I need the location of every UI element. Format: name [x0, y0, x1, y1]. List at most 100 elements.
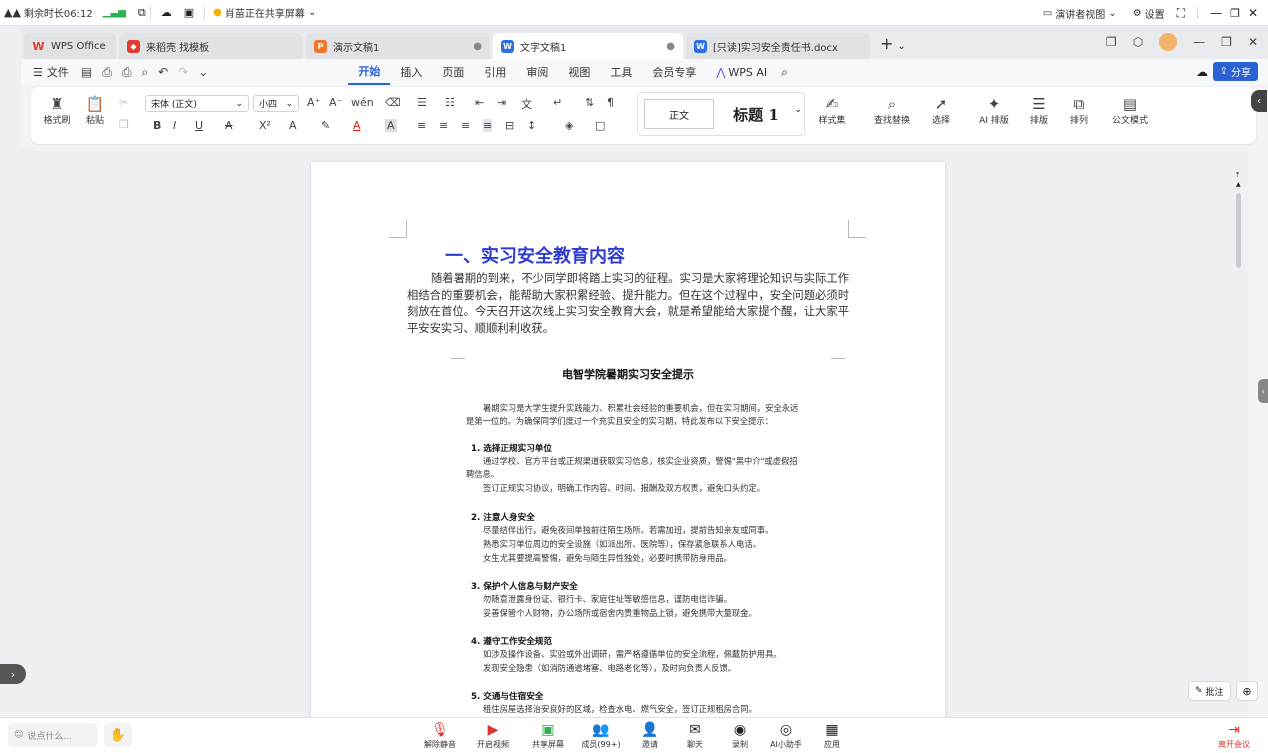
distribute-icon[interactable]: ⊟	[505, 119, 514, 132]
tab-tools[interactable]: 工具	[600, 59, 642, 85]
paste-button[interactable]: 📋 粘贴	[77, 95, 113, 126]
sort-icon[interactable]: ⇅	[585, 96, 594, 109]
font-size-select[interactable]: 小四 ⌄	[253, 95, 299, 112]
scroll-top-icon[interactable]: ⤒	[1236, 171, 1239, 180]
show-marks-icon[interactable]: ¶	[607, 96, 614, 109]
bullet-list-icon[interactable]: ☰	[417, 96, 427, 109]
char-shading-icon[interactable]: A	[385, 119, 397, 132]
save-icon[interactable]: ▤	[81, 65, 92, 80]
ai-layout-button[interactable]: ✦ AI 排版	[971, 95, 1017, 126]
strikethrough-icon[interactable]: A	[225, 119, 233, 132]
print-icon[interactable]: ⎙	[122, 65, 132, 80]
zoom-icon[interactable]: ⊕	[1236, 681, 1258, 701]
share-screen-icon[interactable]: ▣	[184, 6, 194, 19]
avatar[interactable]	[1159, 33, 1178, 51]
tab-review[interactable]: 审阅	[516, 59, 558, 85]
increase-indent-icon[interactable]: ⇥	[497, 96, 506, 109]
style-set-button[interactable]: ✍ 样式集	[809, 95, 855, 126]
format-painter-button[interactable]: ♜ 格式刷	[39, 95, 75, 126]
tab-home[interactable]: 开始	[348, 59, 391, 85]
numbered-list-icon[interactable]: ☷	[445, 96, 455, 109]
tab-writer-1[interactable]: W 文字文稿1 ●	[493, 33, 683, 59]
close-icon[interactable]: ✕	[1248, 35, 1258, 49]
chinese-layout-icon[interactable]: 文	[521, 96, 532, 112]
shading-icon[interactable]: ◈	[565, 119, 573, 132]
select-button[interactable]: ➚ 选择	[921, 95, 961, 126]
members-button[interactable]: 👥 成员(99+)	[581, 721, 621, 750]
settings-button[interactable]: ⚙ 设置	[1129, 0, 1169, 26]
find-replace-button[interactable]: ⌕ 查找替换	[867, 95, 917, 126]
border-icon[interactable]: □	[595, 119, 605, 132]
restore-icon[interactable]: ❐	[1230, 7, 1240, 20]
ai-assistant-button[interactable]: ◎ AI小助手	[766, 721, 806, 750]
side-panel-toggle-icon[interactable]: ‹	[1258, 379, 1268, 403]
leave-meeting-button[interactable]: ⇥ 离开会议	[1214, 721, 1254, 750]
tab-presentation[interactable]: P 演示文稿1 ●	[306, 33, 490, 59]
sharing-notice[interactable]: ● 肖苗正在共享屏幕 ⌄	[209, 0, 320, 26]
tab-close-icon[interactable]: ●	[666, 41, 675, 52]
font-color-icon[interactable]: A	[353, 119, 361, 132]
line-spacing-icon[interactable]: ↕	[527, 119, 536, 132]
superscript-icon[interactable]: X²	[259, 119, 271, 132]
restore-icon[interactable]: ❐	[1221, 35, 1232, 49]
align-right-icon[interactable]: ≡	[461, 119, 470, 132]
redo-icon[interactable]: ↷	[178, 65, 188, 80]
cut-icon[interactable]: ✂	[119, 96, 128, 109]
chevron-down-icon[interactable]: ⌄	[897, 41, 905, 52]
window-switch-icon[interactable]: ❐	[1106, 35, 1117, 49]
scroll-thumb[interactable]	[1236, 193, 1241, 268]
justify-icon[interactable]: ≡	[483, 119, 493, 132]
expand-left-panel-icon[interactable]: ›	[0, 664, 26, 684]
clear-format-icon[interactable]: ⌫	[385, 96, 401, 109]
font-name-select[interactable]: 宋体 (正文) ⌄	[145, 95, 249, 112]
export-pdf-icon[interactable]: ⎙	[102, 65, 112, 80]
invite-button[interactable]: 👤 邀请	[630, 721, 670, 750]
share-button[interactable]: ⇪ 分享	[1212, 62, 1258, 81]
record-button[interactable]: ◉ 录制	[720, 721, 760, 750]
tab-docer[interactable]: ◆ 来稻壳 找模板	[119, 33, 303, 59]
copy-icon[interactable]: ❐	[119, 118, 129, 131]
tab-references[interactable]: 引用	[474, 59, 516, 85]
arrange-button[interactable]: ⧉ 排列	[1059, 95, 1099, 126]
unmute-button[interactable]: 🎙 解除静音	[420, 721, 460, 750]
start-video-button[interactable]: ▶ 开启视频	[473, 721, 513, 750]
decrease-font-icon[interactable]: A⁻	[329, 96, 342, 109]
style-heading1[interactable]: 标题 1	[718, 99, 794, 129]
tab-page[interactable]: 页面	[432, 59, 474, 85]
share-screen-button[interactable]: ▣ 共享屏幕	[528, 721, 568, 750]
chat-input[interactable]: ☺ 说点什么...	[8, 723, 98, 747]
highlight-icon[interactable]: ✎	[321, 119, 330, 132]
tab-view[interactable]: 视图	[558, 59, 600, 85]
apps-button[interactable]: ▦ 应用	[812, 721, 852, 750]
tab-close-icon[interactable]: ●	[473, 41, 482, 52]
cloud-icon[interactable]: ☁	[161, 6, 172, 19]
print-preview-icon[interactable]: ⌕	[141, 65, 148, 80]
cube-icon[interactable]: ⬡	[1133, 35, 1143, 49]
tab-wps-office[interactable]: W WPS Office	[24, 33, 116, 59]
file-menu[interactable]: ☰ 文件	[21, 64, 81, 80]
vertical-scrollbar[interactable]: ⤒ ▲	[1234, 171, 1244, 715]
official-mode-button[interactable]: ▤ 公文模式	[1107, 95, 1153, 126]
presenter-view-button[interactable]: ▭ 演讲者视图 ⌄	[1039, 0, 1121, 26]
new-tab-icon[interactable]: +	[880, 34, 893, 53]
minimize-icon[interactable]: —	[1210, 6, 1222, 20]
tab-readonly-doc[interactable]: W [只读]实习安全责任书.docx	[686, 33, 870, 59]
text-effect-icon[interactable]: A	[289, 119, 297, 132]
decrease-indent-icon[interactable]: ⇤	[475, 96, 484, 109]
layout-button[interactable]: ☰ 排版	[1021, 95, 1057, 126]
align-center-icon[interactable]: ≡	[439, 119, 448, 132]
style-normal[interactable]: 正文	[644, 99, 714, 129]
tab-member[interactable]: 会员专享	[642, 59, 706, 85]
align-left-icon[interactable]: ≡	[417, 119, 426, 132]
gallery-scroll-icon[interactable]: ⌄	[794, 105, 802, 115]
bold-icon[interactable]: B	[153, 119, 161, 132]
tab-insert[interactable]: 插入	[390, 59, 432, 85]
chat-button[interactable]: ✉ 聊天	[675, 721, 715, 750]
collapse-ribbon-icon[interactable]: ‹	[1251, 90, 1267, 112]
wps-ai-button[interactable]: ⋀ WPS AI	[706, 59, 777, 85]
document-page[interactable]: 一、实习安全教育内容 随着暑期的到来，不少同学即将踏上实习的征程。实习是大家将理…	[311, 162, 945, 722]
raise-hand-icon[interactable]: ✋	[104, 723, 132, 747]
pinyin-icon[interactable]: wén	[351, 96, 374, 109]
italic-icon[interactable]: I	[173, 119, 176, 132]
search-icon[interactable]: ⌕	[781, 65, 788, 80]
